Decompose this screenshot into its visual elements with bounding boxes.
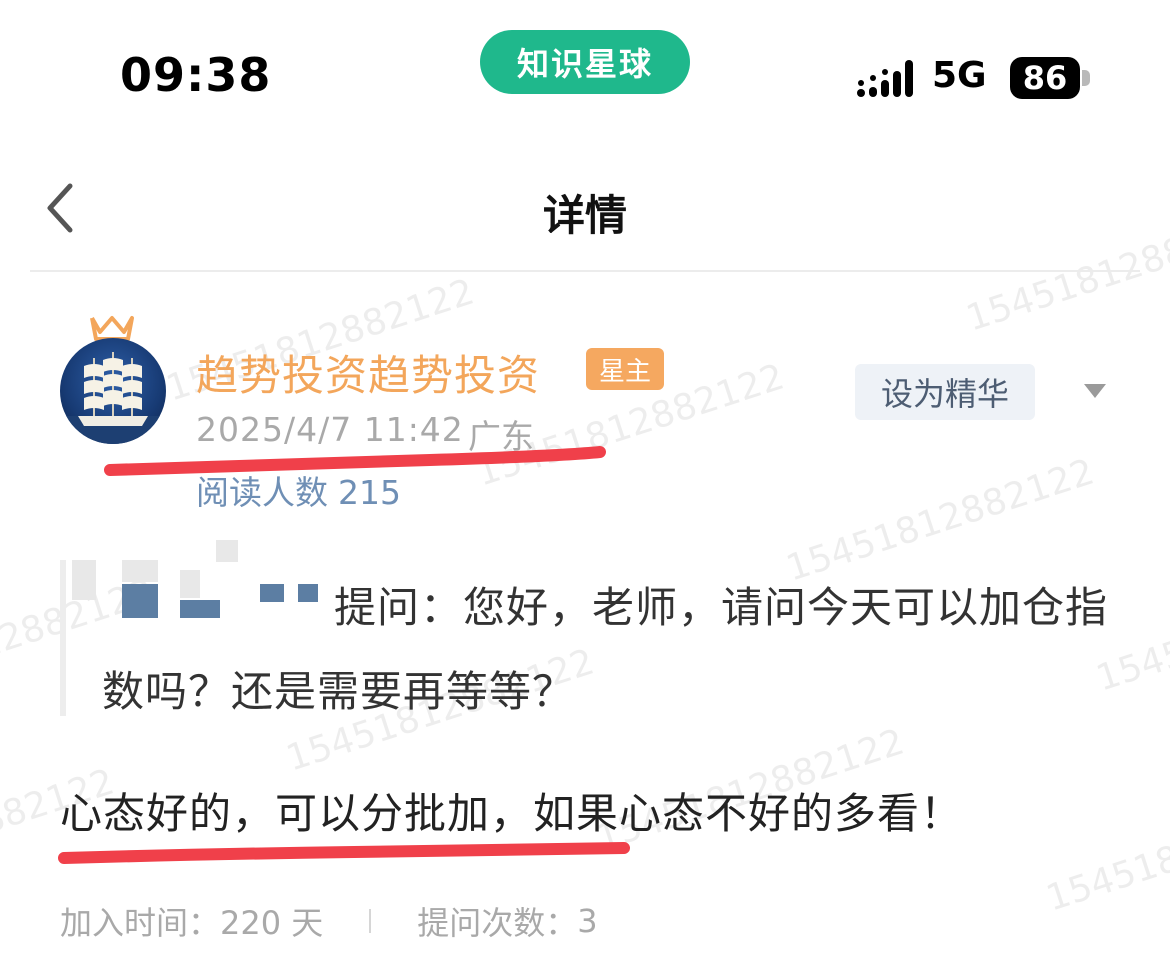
author-name[interactable]: 趋势投资趋势投资: [196, 342, 540, 403]
question-text: 提问：您好，老师，请问今天可以加仓指数吗？还是需要再等等？: [102, 583, 1109, 716]
status-time: 09:38: [120, 48, 272, 102]
join-time-value: 220 天: [220, 904, 324, 942]
post-location: 广东: [468, 417, 534, 456]
masked-name-pixel: [72, 560, 96, 600]
battery-cap: [1082, 70, 1090, 86]
quote-bar: [60, 560, 66, 716]
ask-count-label: 提问次数：: [417, 904, 578, 942]
page-title: 详情: [542, 191, 627, 240]
watermark: 15451812882122: [1041, 781, 1170, 920]
set-essence-button[interactable]: 设为精华: [855, 364, 1035, 420]
read-count-value: 215: [338, 473, 401, 512]
meta-separator: [369, 909, 372, 933]
network-type: 5G: [932, 55, 987, 96]
read-count-label: 阅读人数: [196, 473, 328, 512]
join-time-label: 加入时间：: [60, 904, 221, 942]
signal-icon: [857, 60, 913, 97]
owner-badge: 星主: [586, 348, 664, 390]
nav-divider: [30, 270, 1140, 272]
sailing-ship-image: [60, 352, 166, 444]
member-meta: 加入时间： 220 天 提问次数： 3: [60, 898, 598, 944]
answer-text: 心态好的，可以分批加，如果心态不好的多看！: [60, 789, 964, 838]
post-datetime: 2025/4/7 11:42: [196, 410, 464, 449]
dropdown-triangle-icon[interactable]: [1082, 382, 1108, 400]
ask-count-value: 3: [577, 902, 598, 940]
read-count: 阅读人数 215: [196, 466, 401, 514]
avatar[interactable]: [60, 338, 166, 444]
masked-name-pixel: [216, 540, 238, 562]
app-name-pill[interactable]: 知识星球: [480, 30, 690, 94]
battery-icon: 86: [1010, 57, 1080, 99]
